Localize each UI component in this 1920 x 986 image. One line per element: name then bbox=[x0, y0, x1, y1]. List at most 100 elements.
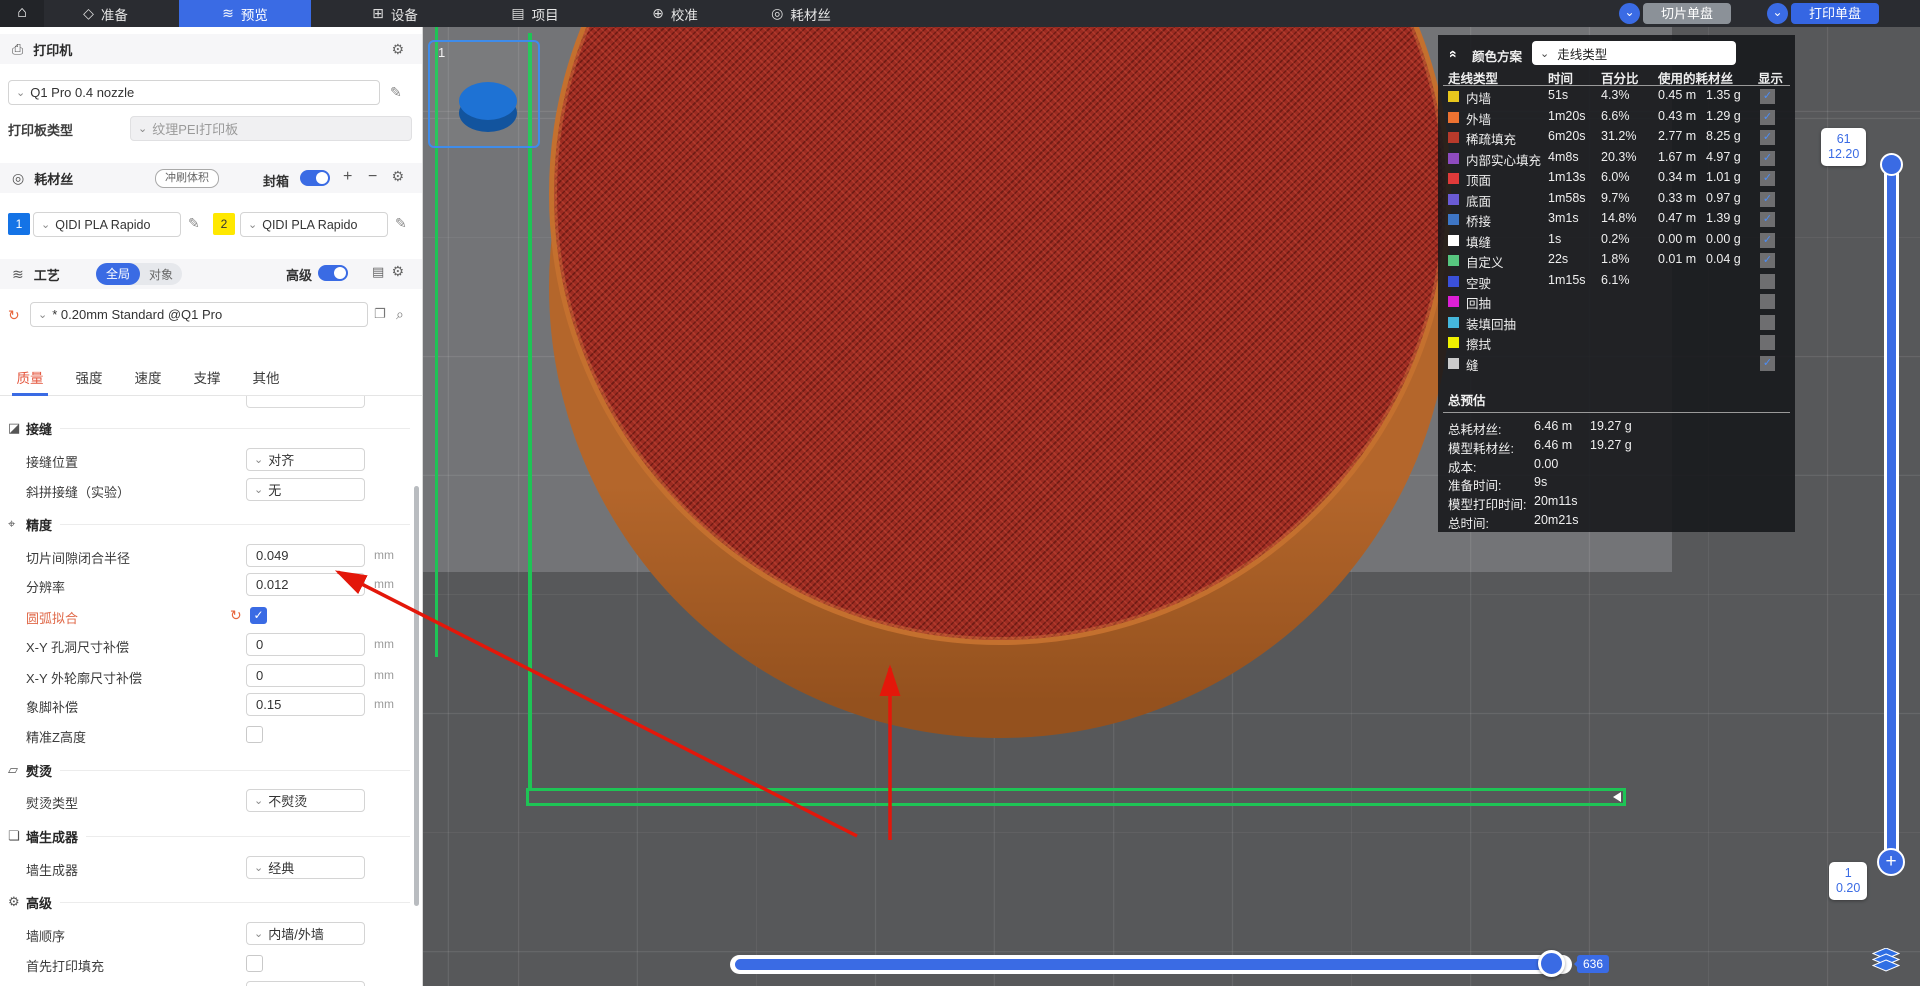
show-checkbox[interactable]: ✓ bbox=[1760, 253, 1775, 268]
view-mode-select[interactable]: ⌄ 走线类型 bbox=[1532, 41, 1736, 65]
process-preset-select[interactable]: ⌄ * 0.20mm Standard @Q1 Pro bbox=[30, 302, 368, 327]
top-navigation-bar: ⌂ ◇准备 ≋预览 ⊞设备 ▤项目 ⊕校准 ◎耗材丝 ⌄ 切片单盘 ⌄ 打印单盘 bbox=[0, 0, 1920, 27]
show-checkbox[interactable]: ✓ bbox=[1760, 89, 1775, 104]
remove-filament-icon[interactable]: − bbox=[368, 168, 377, 186]
advanced-gear-icon: ⚙ bbox=[8, 894, 26, 910]
show-checkbox[interactable]: ✓ bbox=[1760, 110, 1775, 125]
seam-position-select[interactable]: ⌄对齐 bbox=[246, 448, 365, 471]
print-plate-button[interactable]: ⌄ 打印单盘 bbox=[1767, 3, 1879, 24]
show-checkbox[interactable]: ✓ bbox=[1760, 233, 1775, 248]
collapse-panel-icon[interactable]: « bbox=[1446, 50, 1462, 58]
tab-support[interactable]: 支撑 bbox=[189, 367, 225, 393]
prepare-icon: ◇ bbox=[83, 5, 94, 22]
tab-prepare[interactable]: ◇准备 bbox=[58, 0, 153, 27]
filament-1-edit-icon[interactable]: ✎ bbox=[188, 215, 200, 232]
filament-2-edit-icon[interactable]: ✎ bbox=[395, 215, 407, 232]
home-button[interactable]: ⌂ bbox=[0, 0, 44, 27]
tab-preview[interactable]: ≋预览 bbox=[179, 0, 311, 27]
scarf-seam-select[interactable]: ⌄无 bbox=[246, 478, 365, 501]
totals-title: 总预估 bbox=[1448, 390, 1486, 409]
show-checkbox[interactable]: ✓ bbox=[1760, 212, 1775, 227]
reset-arc-fitting-icon[interactable]: ↻ bbox=[230, 607, 242, 624]
panel-scrollbar[interactable] bbox=[414, 486, 419, 906]
advanced-mode-label: 高级 bbox=[286, 265, 312, 284]
scope-global[interactable]: 全局 bbox=[96, 263, 140, 285]
tab-strength[interactable]: 强度 bbox=[71, 367, 107, 393]
tab-filament[interactable]: ◎耗材丝 bbox=[742, 0, 860, 27]
process-tabs: 质量 强度 速度 支撑 其他 bbox=[0, 367, 422, 396]
layer-slider-track[interactable] bbox=[1884, 155, 1899, 875]
printer-settings-gear-icon[interactable]: ⚙ bbox=[391, 41, 404, 58]
show-checkbox[interactable]: ✓ bbox=[1760, 151, 1775, 166]
section-seam: ◪ 接缝 bbox=[8, 419, 410, 437]
printer-select[interactable]: ⌄ Q1 Pro 0.4 nozzle bbox=[8, 80, 380, 105]
seal-box-toggle[interactable] bbox=[300, 170, 330, 186]
filament-settings-gear-icon[interactable]: ⚙ bbox=[391, 168, 404, 185]
wall-order-select[interactable]: ⌄内墙/外墙 bbox=[246, 922, 365, 945]
xy-contour-label: X-Y 外轮廓尺寸补偿 bbox=[26, 668, 142, 687]
gap-closing-input[interactable]: 0.049 bbox=[246, 544, 365, 567]
layer-slider-plus-button[interactable]: + bbox=[1877, 848, 1905, 876]
flush-volumes-button[interactable]: 冲刷体积 bbox=[155, 169, 219, 188]
printer-icon: ⎙ bbox=[12, 41, 23, 58]
filament-slot-2-badge[interactable]: 2 bbox=[213, 213, 235, 235]
search-settings-icon[interactable]: ⌕ bbox=[396, 306, 404, 323]
filament-1-select[interactable]: ⌄ QIDI PLA Rapido bbox=[33, 212, 181, 237]
elephant-foot-input[interactable]: 0.15 bbox=[246, 693, 365, 716]
xy-contour-input[interactable]: 0 bbox=[246, 664, 365, 687]
slice-dropdown-icon[interactable]: ⌄ bbox=[1619, 3, 1640, 24]
project-icon: ▤ bbox=[511, 5, 524, 22]
scarf-seam-label: 斜拼接缝（实验） bbox=[26, 482, 130, 501]
filament-2-select[interactable]: ⌄ QIDI PLA Rapido bbox=[240, 212, 388, 237]
partial-scrolled-input[interactable] bbox=[246, 396, 365, 408]
step-slider-handle[interactable] bbox=[1538, 950, 1565, 977]
process-settings-gear-icon[interactable]: ⚙ bbox=[391, 263, 404, 280]
show-checkbox[interactable] bbox=[1760, 335, 1775, 350]
show-checkbox[interactable]: ✓ bbox=[1760, 356, 1775, 371]
ironing-type-select[interactable]: ⌄不熨烫 bbox=[246, 789, 365, 812]
step-slider-track[interactable] bbox=[730, 955, 1572, 974]
tab-project[interactable]: ▤项目 bbox=[485, 0, 585, 27]
filament-slot-1-badge[interactable]: 1 bbox=[8, 213, 30, 235]
arc-fitting-checkbox[interactable]: ✓ bbox=[250, 607, 267, 624]
preset-list-icon[interactable]: ▤ bbox=[372, 264, 384, 280]
show-checkbox[interactable] bbox=[1760, 294, 1775, 309]
tab-device[interactable]: ⊞设备 bbox=[345, 0, 445, 27]
add-filament-icon[interactable]: + bbox=[343, 168, 352, 186]
advanced-mode-toggle[interactable] bbox=[318, 265, 348, 281]
layer-slider-handle[interactable] bbox=[1880, 153, 1903, 176]
color-swatch bbox=[1448, 235, 1459, 246]
bridge-flow-input[interactable]: 1 bbox=[246, 981, 365, 986]
show-checkbox[interactable]: ✓ bbox=[1760, 130, 1775, 145]
wall-generator-select[interactable]: ⌄经典 bbox=[246, 856, 365, 879]
save-preset-icon[interactable]: ❐ bbox=[374, 306, 386, 322]
precise-z-checkbox[interactable] bbox=[246, 726, 263, 743]
layers-view-icon[interactable] bbox=[1872, 948, 1900, 972]
tab-calibration[interactable]: ⊕校准 bbox=[625, 0, 725, 27]
seal-box-label: 封箱 bbox=[263, 171, 289, 190]
tab-speed[interactable]: 速度 bbox=[130, 367, 166, 393]
plate-type-select[interactable]: ⌄ 纹理PEI打印板 bbox=[130, 116, 412, 141]
show-checkbox[interactable]: ✓ bbox=[1760, 192, 1775, 207]
color-swatch bbox=[1448, 317, 1459, 328]
show-checkbox[interactable] bbox=[1760, 315, 1775, 330]
scope-object[interactable]: 对象 bbox=[140, 266, 182, 283]
reset-preset-icon[interactable]: ↻ bbox=[8, 307, 20, 324]
slice-plate-button[interactable]: ⌄ 切片单盘 bbox=[1619, 3, 1731, 24]
printer-edit-icon[interactable]: ✎ bbox=[390, 84, 402, 101]
tab-quality[interactable]: 质量 bbox=[12, 367, 48, 396]
scope-switch[interactable]: 全局 对象 bbox=[96, 263, 182, 285]
show-checkbox[interactable]: ✓ bbox=[1760, 171, 1775, 186]
resolution-input[interactable]: 0.012 bbox=[246, 573, 365, 596]
show-checkbox[interactable] bbox=[1760, 274, 1775, 289]
infill-first-checkbox[interactable] bbox=[246, 955, 263, 972]
color-swatch bbox=[1448, 173, 1459, 184]
xy-hole-input[interactable]: 0 bbox=[246, 633, 365, 656]
chevron-down-icon: ⌄ bbox=[138, 122, 147, 135]
plate-thumbnail[interactable]: 1 bbox=[428, 40, 540, 148]
total-time-row: 总时间:20m21s bbox=[1438, 512, 1795, 531]
bottom-layer-tooltip: 1 0.20 bbox=[1829, 862, 1867, 900]
tab-others[interactable]: 其他 bbox=[248, 367, 284, 393]
print-dropdown-icon[interactable]: ⌄ bbox=[1767, 3, 1788, 24]
prepare-time-row: 准备时间:9s bbox=[1438, 474, 1795, 493]
